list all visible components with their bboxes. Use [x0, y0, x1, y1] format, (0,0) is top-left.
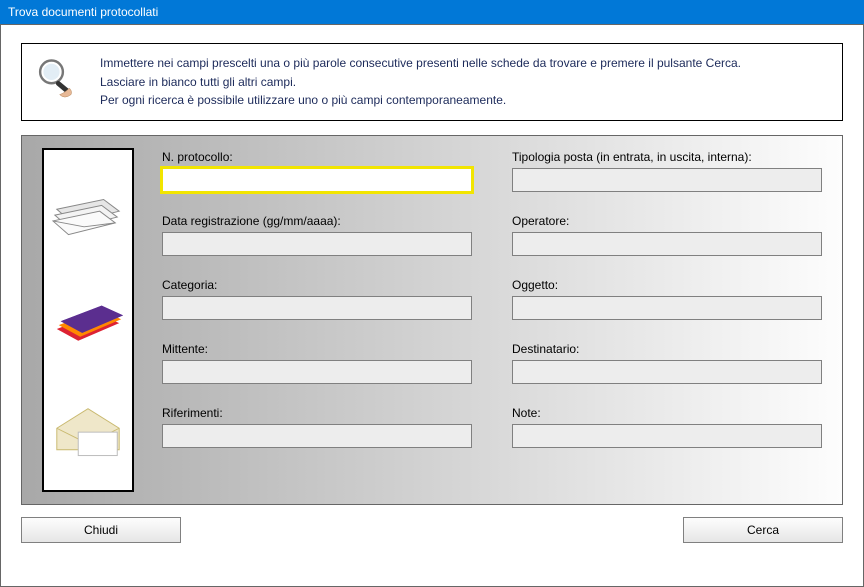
- dialog-body: Immettere nei campi prescelti una o più …: [0, 24, 864, 587]
- label-operatore: Operatore:: [512, 214, 822, 228]
- instruction-line: Per ogni ricerca è possibile utilizzare …: [100, 91, 741, 110]
- label-tipologia: Tipologia posta (in entrata, in uscita, …: [512, 150, 822, 164]
- field-operatore: Operatore:: [512, 214, 822, 256]
- button-bar: Chiudi Cerca: [21, 517, 843, 543]
- instructions-panel: Immettere nei campi prescelti una o più …: [21, 43, 843, 121]
- close-button[interactable]: Chiudi: [21, 517, 181, 543]
- input-riferimenti[interactable]: [162, 424, 472, 448]
- field-tipologia: Tipologia posta (in entrata, in uscita, …: [512, 150, 822, 192]
- window-title: Trova documenti protocollati: [8, 5, 158, 19]
- input-protocollo[interactable]: [162, 168, 472, 192]
- label-categoria: Categoria:: [162, 278, 472, 292]
- fields-grid: N. protocollo: Tipologia posta (in entra…: [162, 148, 822, 492]
- field-riferimenti: Riferimenti:: [162, 406, 472, 448]
- input-note[interactable]: [512, 424, 822, 448]
- field-categoria: Categoria:: [162, 278, 472, 320]
- label-protocollo: N. protocollo:: [162, 150, 472, 164]
- label-data-registrazione: Data registrazione (gg/mm/aaaa):: [162, 214, 472, 228]
- envelopes-stack-icon: [49, 180, 127, 240]
- colored-folders-icon: [49, 290, 127, 350]
- search-button[interactable]: Cerca: [683, 517, 843, 543]
- magnifier-icon: [32, 54, 84, 106]
- input-data-registrazione[interactable]: [162, 232, 472, 256]
- thumbnail-strip: [42, 148, 134, 492]
- field-data-registrazione: Data registrazione (gg/mm/aaaa):: [162, 214, 472, 256]
- field-mittente: Mittente:: [162, 342, 472, 384]
- search-form-panel: N. protocollo: Tipologia posta (in entra…: [21, 135, 843, 505]
- instruction-line: Lasciare in bianco tutti gli altri campi…: [100, 73, 741, 92]
- input-destinatario[interactable]: [512, 360, 822, 384]
- input-categoria[interactable]: [162, 296, 472, 320]
- label-mittente: Mittente:: [162, 342, 472, 356]
- field-oggetto: Oggetto:: [512, 278, 822, 320]
- label-riferimenti: Riferimenti:: [162, 406, 472, 420]
- window-titlebar: Trova documenti protocollati: [0, 0, 864, 24]
- field-protocollo: N. protocollo:: [162, 150, 472, 192]
- field-destinatario: Destinatario:: [512, 342, 822, 384]
- open-envelope-icon: [49, 399, 127, 459]
- field-note: Note:: [512, 406, 822, 448]
- instructions-text: Immettere nei campi prescelti una o più …: [100, 54, 741, 110]
- input-tipologia[interactable]: [512, 168, 822, 192]
- label-note: Note:: [512, 406, 822, 420]
- instruction-line: Immettere nei campi prescelti una o più …: [100, 54, 741, 73]
- label-destinatario: Destinatario:: [512, 342, 822, 356]
- input-operatore[interactable]: [512, 232, 822, 256]
- input-mittente[interactable]: [162, 360, 472, 384]
- label-oggetto: Oggetto:: [512, 278, 822, 292]
- input-oggetto[interactable]: [512, 296, 822, 320]
